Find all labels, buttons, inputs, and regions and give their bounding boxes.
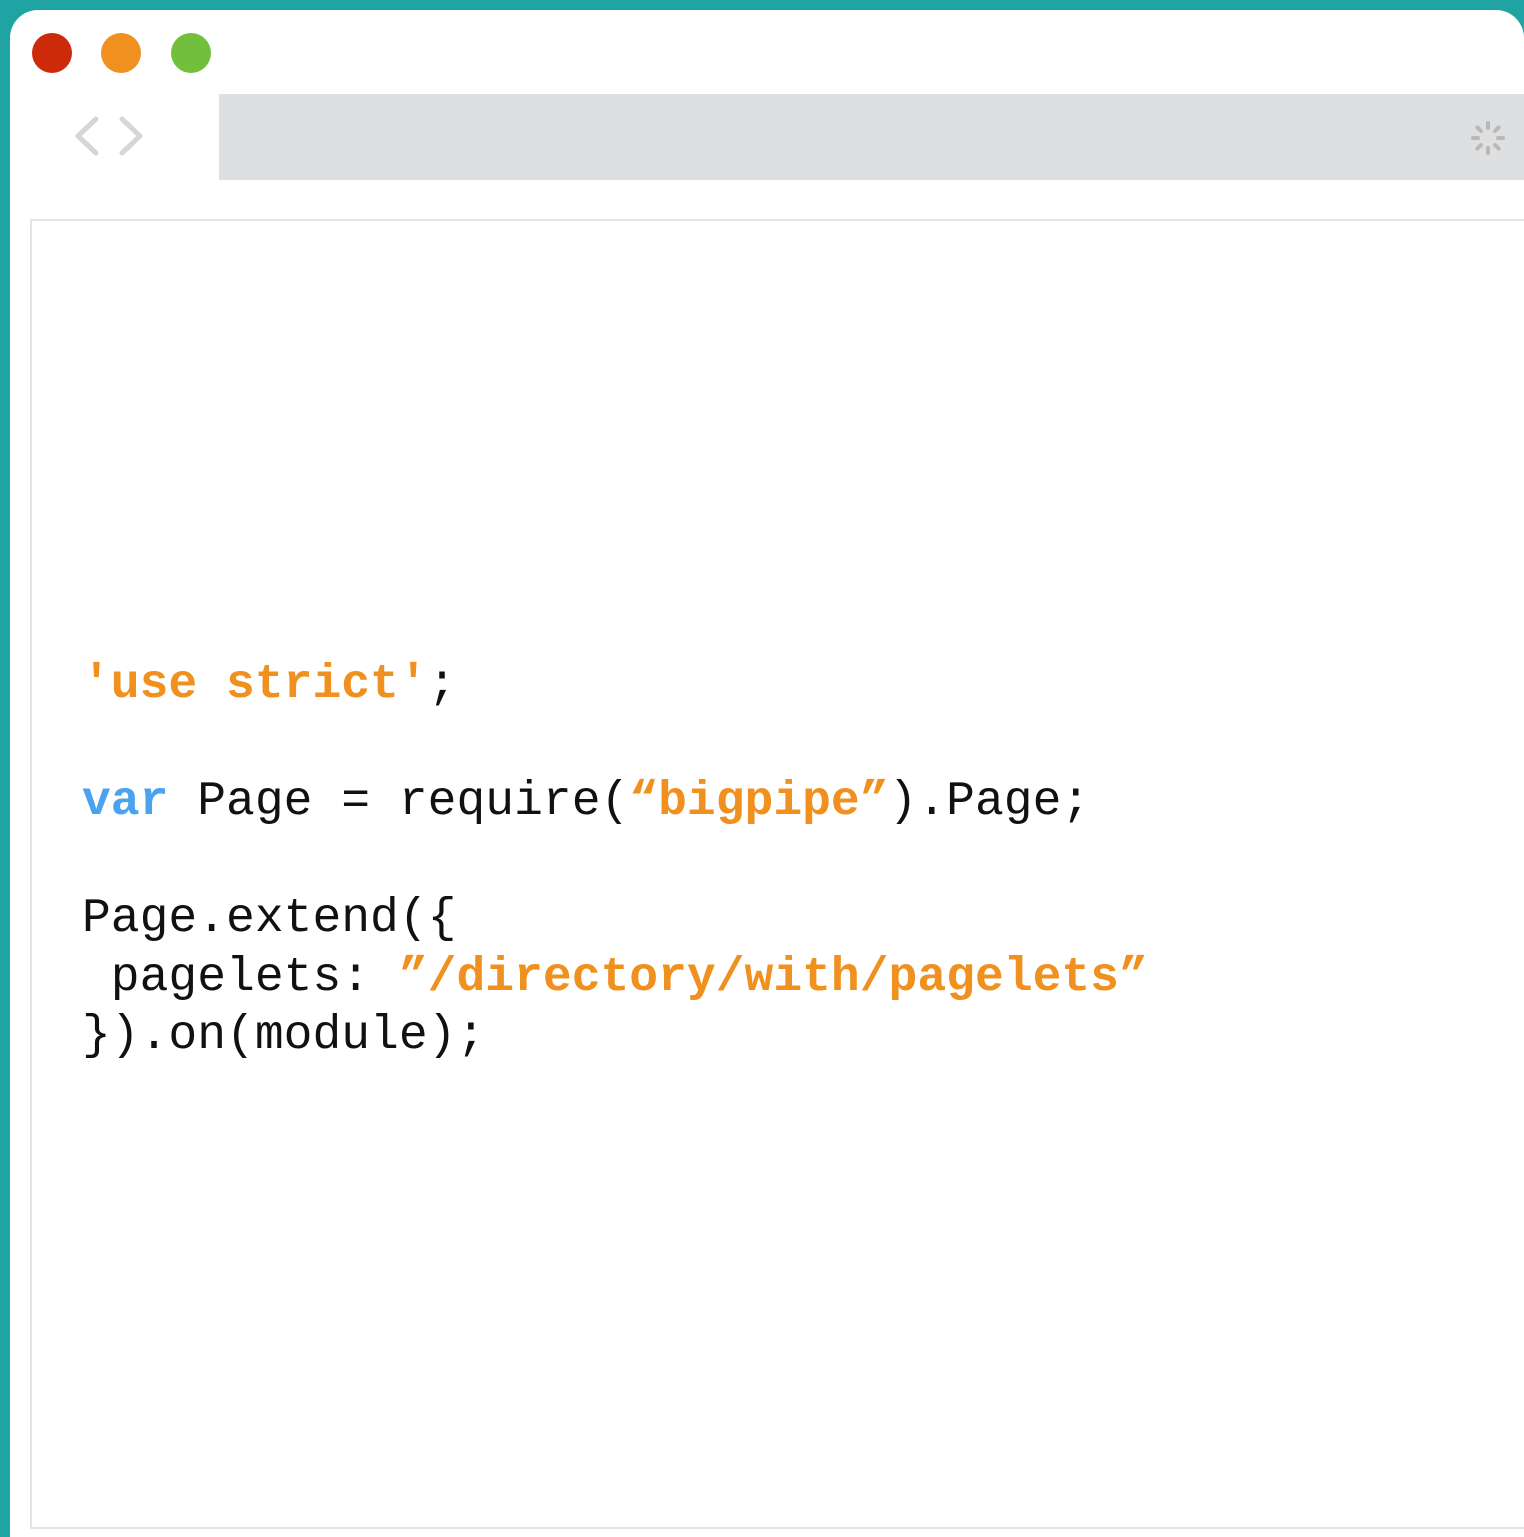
close-window-button[interactable] <box>32 33 72 73</box>
minimize-window-button[interactable] <box>101 33 141 73</box>
chevron-right-icon <box>119 116 143 156</box>
chevron-left-icon <box>75 116 99 156</box>
forward-button[interactable] <box>109 114 153 158</box>
maximize-window-button[interactable] <box>171 33 211 73</box>
code-text: ; <box>427 658 457 712</box>
code-text: ).Page; <box>888 775 1091 829</box>
string-literal: 'use strict' <box>82 658 428 712</box>
code-text: Page = require( <box>168 775 630 829</box>
code-text: }).on(module); <box>82 1009 486 1063</box>
navigation-controls <box>65 114 153 158</box>
back-button[interactable] <box>65 114 109 158</box>
page-content: 'use strict'; var Page = require(“bigpip… <box>30 219 1524 1529</box>
code-line-1: 'use strict'; <box>82 656 1148 715</box>
code-line-5: Page.extend({ <box>82 890 1148 949</box>
code-text: pagelets: <box>82 950 399 1005</box>
address-bar[interactable] <box>219 94 1524 180</box>
browser-window: 'use strict'; var Page = require(“bigpip… <box>10 10 1524 1537</box>
string-literal: ”/directory/with/pagelets” <box>398 950 1148 1005</box>
code-line-3: var Page = require(“bigpipe”).Page; <box>82 773 1148 832</box>
code-line-6: pagelets: ”/directory/with/pagelets” <box>82 949 1148 1008</box>
code-line-7: }).on(module); <box>82 1007 1148 1066</box>
loading-spinner-icon <box>1471 121 1505 155</box>
keyword: var <box>82 775 169 829</box>
string-literal: “bigpipe” <box>629 775 889 829</box>
code-block: 'use strict'; var Page = require(“bigpip… <box>82 656 1148 1066</box>
code-text: Page.extend({ <box>82 892 457 946</box>
